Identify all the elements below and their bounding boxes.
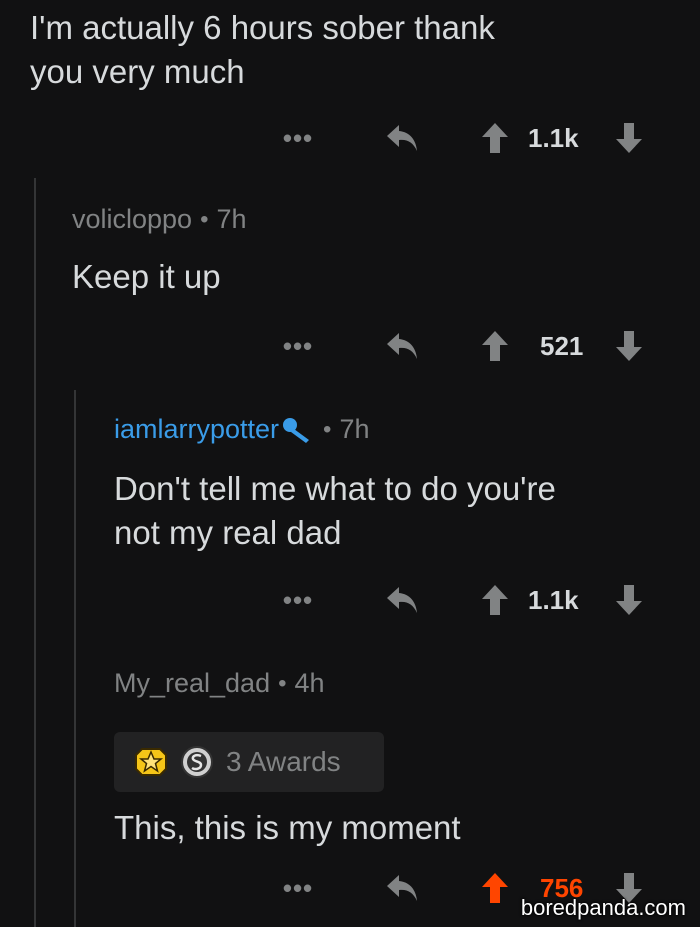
gold-star-award-icon bbox=[132, 743, 170, 781]
comment-body: I'm actually 6 hours sober thank you ver… bbox=[30, 9, 495, 90]
upvote-arrow-icon bbox=[482, 123, 508, 153]
score-label: 521 bbox=[540, 330, 584, 361]
downvote-button[interactable] bbox=[612, 118, 646, 158]
thread-line-level-2 bbox=[74, 390, 76, 927]
username[interactable]: volicloppo bbox=[72, 204, 192, 235]
comment-age: 7h bbox=[216, 204, 247, 234]
score-label: 1.1k bbox=[528, 584, 579, 615]
reply-button[interactable] bbox=[382, 868, 422, 908]
comment-body: This, this is my moment bbox=[114, 809, 461, 846]
reply-arrow-icon bbox=[387, 333, 417, 359]
awards-count-label: 3 Awards bbox=[226, 746, 341, 777]
downvote-arrow-icon bbox=[616, 331, 642, 361]
score-label: 1.1k bbox=[528, 122, 579, 153]
comment-meta: volicloppo • 7h bbox=[72, 204, 672, 235]
reply-button[interactable] bbox=[382, 326, 422, 366]
username[interactable]: iamlarrypotter bbox=[114, 414, 279, 445]
comment-body: Don't tell me what to do you're not my r… bbox=[114, 470, 556, 551]
comment-age: 7h bbox=[339, 414, 370, 444]
upvote-arrow-icon bbox=[482, 873, 508, 903]
meta-separator: • bbox=[323, 415, 332, 443]
downvote-button[interactable] bbox=[612, 326, 646, 366]
upvote-button[interactable] bbox=[478, 326, 512, 366]
reply-arrow-icon bbox=[387, 875, 417, 901]
upvote-button[interactable] bbox=[478, 118, 512, 158]
thread-line-level-1 bbox=[34, 178, 36, 927]
more-dots-icon[interactable]: ••• bbox=[278, 582, 318, 618]
meta-separator: • bbox=[200, 205, 209, 233]
downvote-button[interactable] bbox=[612, 580, 646, 620]
username[interactable]: My_real_dad bbox=[114, 668, 270, 699]
reply-arrow-icon bbox=[387, 125, 417, 151]
comment-body: Keep it up bbox=[72, 258, 221, 295]
reply-button[interactable] bbox=[382, 118, 422, 158]
upvote-button[interactable] bbox=[478, 868, 512, 908]
downvote-arrow-icon bbox=[616, 585, 642, 615]
more-dots-icon[interactable]: ••• bbox=[278, 120, 318, 156]
comment-meta: iamlarrypotter • 7h bbox=[114, 414, 684, 445]
comment-my-real-dad-body: This, this is my moment bbox=[114, 806, 684, 850]
upvote-button[interactable] bbox=[478, 580, 512, 620]
watermark: boredpanda.com bbox=[520, 895, 686, 920]
comment-age: 4h bbox=[294, 668, 325, 698]
downvote-arrow-icon bbox=[616, 123, 642, 153]
reply-arrow-icon bbox=[387, 587, 417, 613]
comment-iamlarrypotter: iamlarrypotter • 7h Don't tell me what t… bbox=[114, 414, 684, 555]
reply-button[interactable] bbox=[382, 580, 422, 620]
comment-meta: My_real_dad • 4h bbox=[114, 668, 684, 699]
silver-s-award-icon bbox=[180, 745, 214, 779]
more-dots-icon[interactable]: ••• bbox=[278, 328, 318, 364]
comment-my-real-dad: My_real_dad • 4h bbox=[114, 668, 684, 699]
comment-parent: I'm actually 6 hours sober thank you ver… bbox=[30, 6, 670, 94]
upvote-arrow-icon bbox=[482, 585, 508, 615]
comment-volicloppo: volicloppo • 7h Keep it up bbox=[72, 204, 672, 299]
microphone-icon bbox=[281, 416, 315, 444]
more-dots-icon[interactable]: ••• bbox=[278, 870, 318, 906]
awards-box[interactable]: 3 Awards bbox=[114, 732, 384, 792]
meta-separator: • bbox=[278, 669, 287, 697]
upvote-arrow-icon bbox=[482, 331, 508, 361]
